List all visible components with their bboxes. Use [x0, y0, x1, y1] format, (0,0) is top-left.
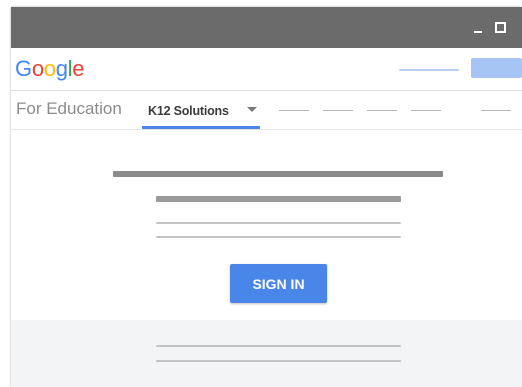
footer-text-placeholder	[156, 360, 401, 362]
subheading-placeholder	[156, 196, 401, 202]
main-content: SIGN IN	[11, 130, 522, 320]
tab-k12-solutions[interactable]: K12 Solutions	[142, 91, 260, 129]
sign-in-button[interactable]: SIGN IN	[230, 264, 327, 303]
title-bar	[11, 7, 522, 48]
nav-bar: For Education K12 Solutions	[11, 91, 522, 130]
for-education-label[interactable]: For Education	[16, 99, 122, 119]
active-tab-indicator	[142, 126, 260, 129]
nav-item-placeholder[interactable]	[367, 110, 397, 111]
text-line-placeholder	[156, 222, 401, 224]
nav-item-placeholder[interactable]	[279, 110, 309, 111]
maximize-icon[interactable]	[492, 7, 510, 48]
tab-k12-solutions-label: K12 Solutions	[148, 104, 229, 118]
nav-item-placeholder[interactable]	[481, 110, 511, 111]
caret-down-icon	[247, 107, 257, 112]
minimize-icon[interactable]	[470, 7, 488, 48]
site-header: Google	[11, 48, 522, 91]
header-button-placeholder[interactable]	[471, 58, 522, 78]
heading-placeholder	[113, 171, 443, 177]
text-line-placeholder	[156, 236, 401, 238]
header-link-placeholder[interactable]	[399, 69, 459, 71]
footer	[11, 320, 522, 387]
browser-window: Google For Education K12 Solutions SIGN …	[11, 7, 522, 387]
nav-item-placeholder[interactable]	[411, 110, 441, 111]
nav-item-placeholder[interactable]	[323, 110, 353, 111]
footer-text-placeholder	[156, 345, 401, 347]
google-logo[interactable]: Google	[15, 56, 84, 82]
